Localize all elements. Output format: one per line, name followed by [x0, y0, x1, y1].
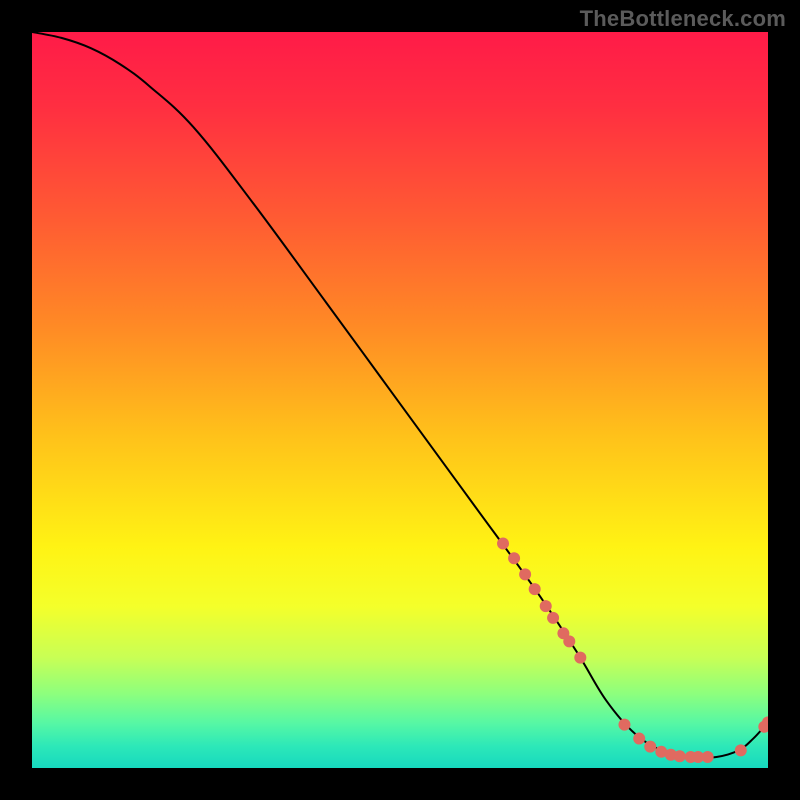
chart-canvas	[32, 32, 768, 768]
highlight-dot	[529, 583, 541, 595]
highlight-dot	[618, 719, 630, 731]
highlight-dot	[497, 538, 509, 550]
highlight-dot	[702, 751, 714, 763]
chart-frame: TheBottleneck.com	[0, 0, 800, 800]
highlight-dot	[633, 733, 645, 745]
highlight-dot	[574, 652, 586, 664]
plot-area	[32, 32, 768, 768]
highlight-dot	[540, 600, 552, 612]
highlight-dot	[735, 744, 747, 756]
highlight-dot	[674, 750, 686, 762]
highlight-dot	[508, 552, 520, 564]
chart-background	[32, 32, 768, 768]
highlight-dot	[547, 612, 559, 624]
highlight-dot	[563, 635, 575, 647]
highlight-dot	[519, 568, 531, 580]
highlight-dot	[644, 741, 656, 753]
attribution-label: TheBottleneck.com	[580, 6, 786, 32]
